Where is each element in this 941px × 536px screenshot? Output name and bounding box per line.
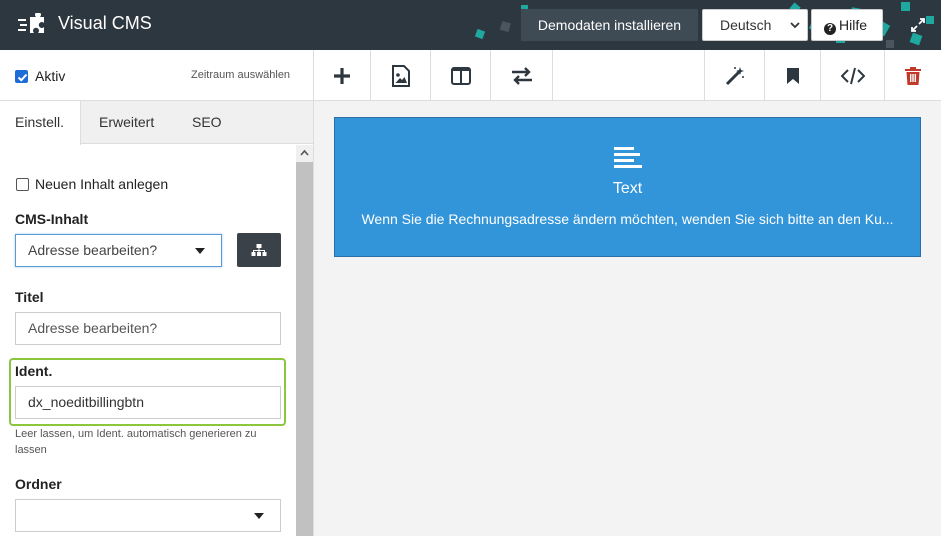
top-header: Visual CMS Demodaten installieren Deutsc…: [0, 0, 941, 50]
title-label: Titel: [15, 289, 44, 305]
scroll-up-button[interactable]: [296, 145, 313, 161]
tab-seo[interactable]: SEO: [192, 101, 222, 144]
bookmark-icon: [786, 67, 799, 84]
magic-wand-button[interactable]: [704, 50, 765, 101]
new-content-label: Neuen Inhalt anlegen: [35, 176, 169, 192]
text-block[interactable]: Text Wenn Sie die Rechnungsadresse änder…: [334, 117, 921, 257]
add-element-button[interactable]: [314, 50, 371, 101]
select-period-link[interactable]: Zeitraum auswählen: [191, 69, 290, 81]
chevron-up-icon: [300, 149, 309, 156]
image-file-icon: [391, 64, 410, 87]
folder-label: Ordner: [15, 476, 62, 492]
logo-icon: [18, 13, 44, 33]
tab-einstellungen[interactable]: Einstell.: [0, 101, 81, 145]
active-label: Aktiv: [35, 68, 66, 84]
expand-icon[interactable]: [910, 17, 926, 33]
caret-down-icon: [254, 513, 264, 519]
language-select[interactable]: Deutsch: [702, 9, 808, 41]
content-tree-button[interactable]: [237, 233, 281, 267]
trash-icon: [905, 66, 921, 85]
code-icon: [840, 67, 865, 84]
bookmark-button[interactable]: [765, 50, 821, 101]
magic-wand-icon: [725, 66, 744, 85]
ident-help-text: Leer lassen, um Ident. automatisch gener…: [15, 428, 257, 456]
install-demo-data-button[interactable]: Demodaten installieren: [521, 9, 698, 41]
columns-icon: [450, 66, 471, 85]
editor-toolbar: [314, 50, 941, 101]
form-scrollbar[interactable]: [296, 145, 313, 536]
tab-erweitert[interactable]: Erweitert: [99, 101, 154, 144]
chevron-down-icon: [790, 22, 800, 29]
checkmark-icon: [17, 73, 28, 82]
cms-content-value: Adresse bearbeiten?: [28, 242, 158, 258]
caret-down-icon: [195, 248, 205, 254]
block-title: Text: [612, 180, 643, 197]
active-bar: Aktiv Zeitraum auswählen: [0, 50, 313, 101]
add-columns-button[interactable]: [431, 50, 491, 101]
settings-tabs: Einstell. Erweitert SEO: [0, 101, 313, 145]
new-content-checkbox[interactable]: [16, 178, 29, 191]
question-circle-icon: ?: [824, 23, 836, 35]
editor-canvas: Text Wenn Sie die Rechnungsadresse änder…: [314, 101, 941, 536]
cms-content-select[interactable]: Adresse bearbeiten?: [15, 234, 222, 267]
add-image-button[interactable]: [371, 50, 431, 101]
sitemap-icon: [251, 244, 267, 256]
swap-icon: [511, 66, 532, 85]
title-input[interactable]: Adresse bearbeiten?: [15, 312, 281, 345]
scroll-thumb[interactable]: [296, 162, 313, 536]
settings-panel: Aktiv Zeitraum auswählen Einstell. Erwei…: [0, 50, 314, 536]
settings-form: Neuen Inhalt anlegen CMS-Inhalt Adresse …: [0, 145, 296, 536]
swap-button[interactable]: [491, 50, 553, 101]
help-button[interactable]: ? Hilfe: [811, 9, 883, 41]
plus-icon: [334, 67, 350, 84]
cms-content-label: CMS-Inhalt: [15, 211, 89, 227]
block-preview-text: Wenn Sie die Rechnungsadresse ändern möc…: [361, 211, 894, 227]
language-value: Deutsch: [720, 17, 772, 33]
folder-select[interactable]: [15, 499, 281, 532]
active-checkbox[interactable]: [15, 70, 28, 83]
help-label: Hilfe: [839, 17, 868, 33]
code-button[interactable]: [821, 50, 885, 101]
ident-input[interactable]: dx_noeditbillingbtn: [15, 386, 281, 419]
delete-button[interactable]: [885, 50, 941, 101]
app-title: Visual CMS: [58, 13, 152, 33]
text-align-icon: [614, 147, 642, 168]
ident-label: Ident.: [15, 363, 53, 379]
